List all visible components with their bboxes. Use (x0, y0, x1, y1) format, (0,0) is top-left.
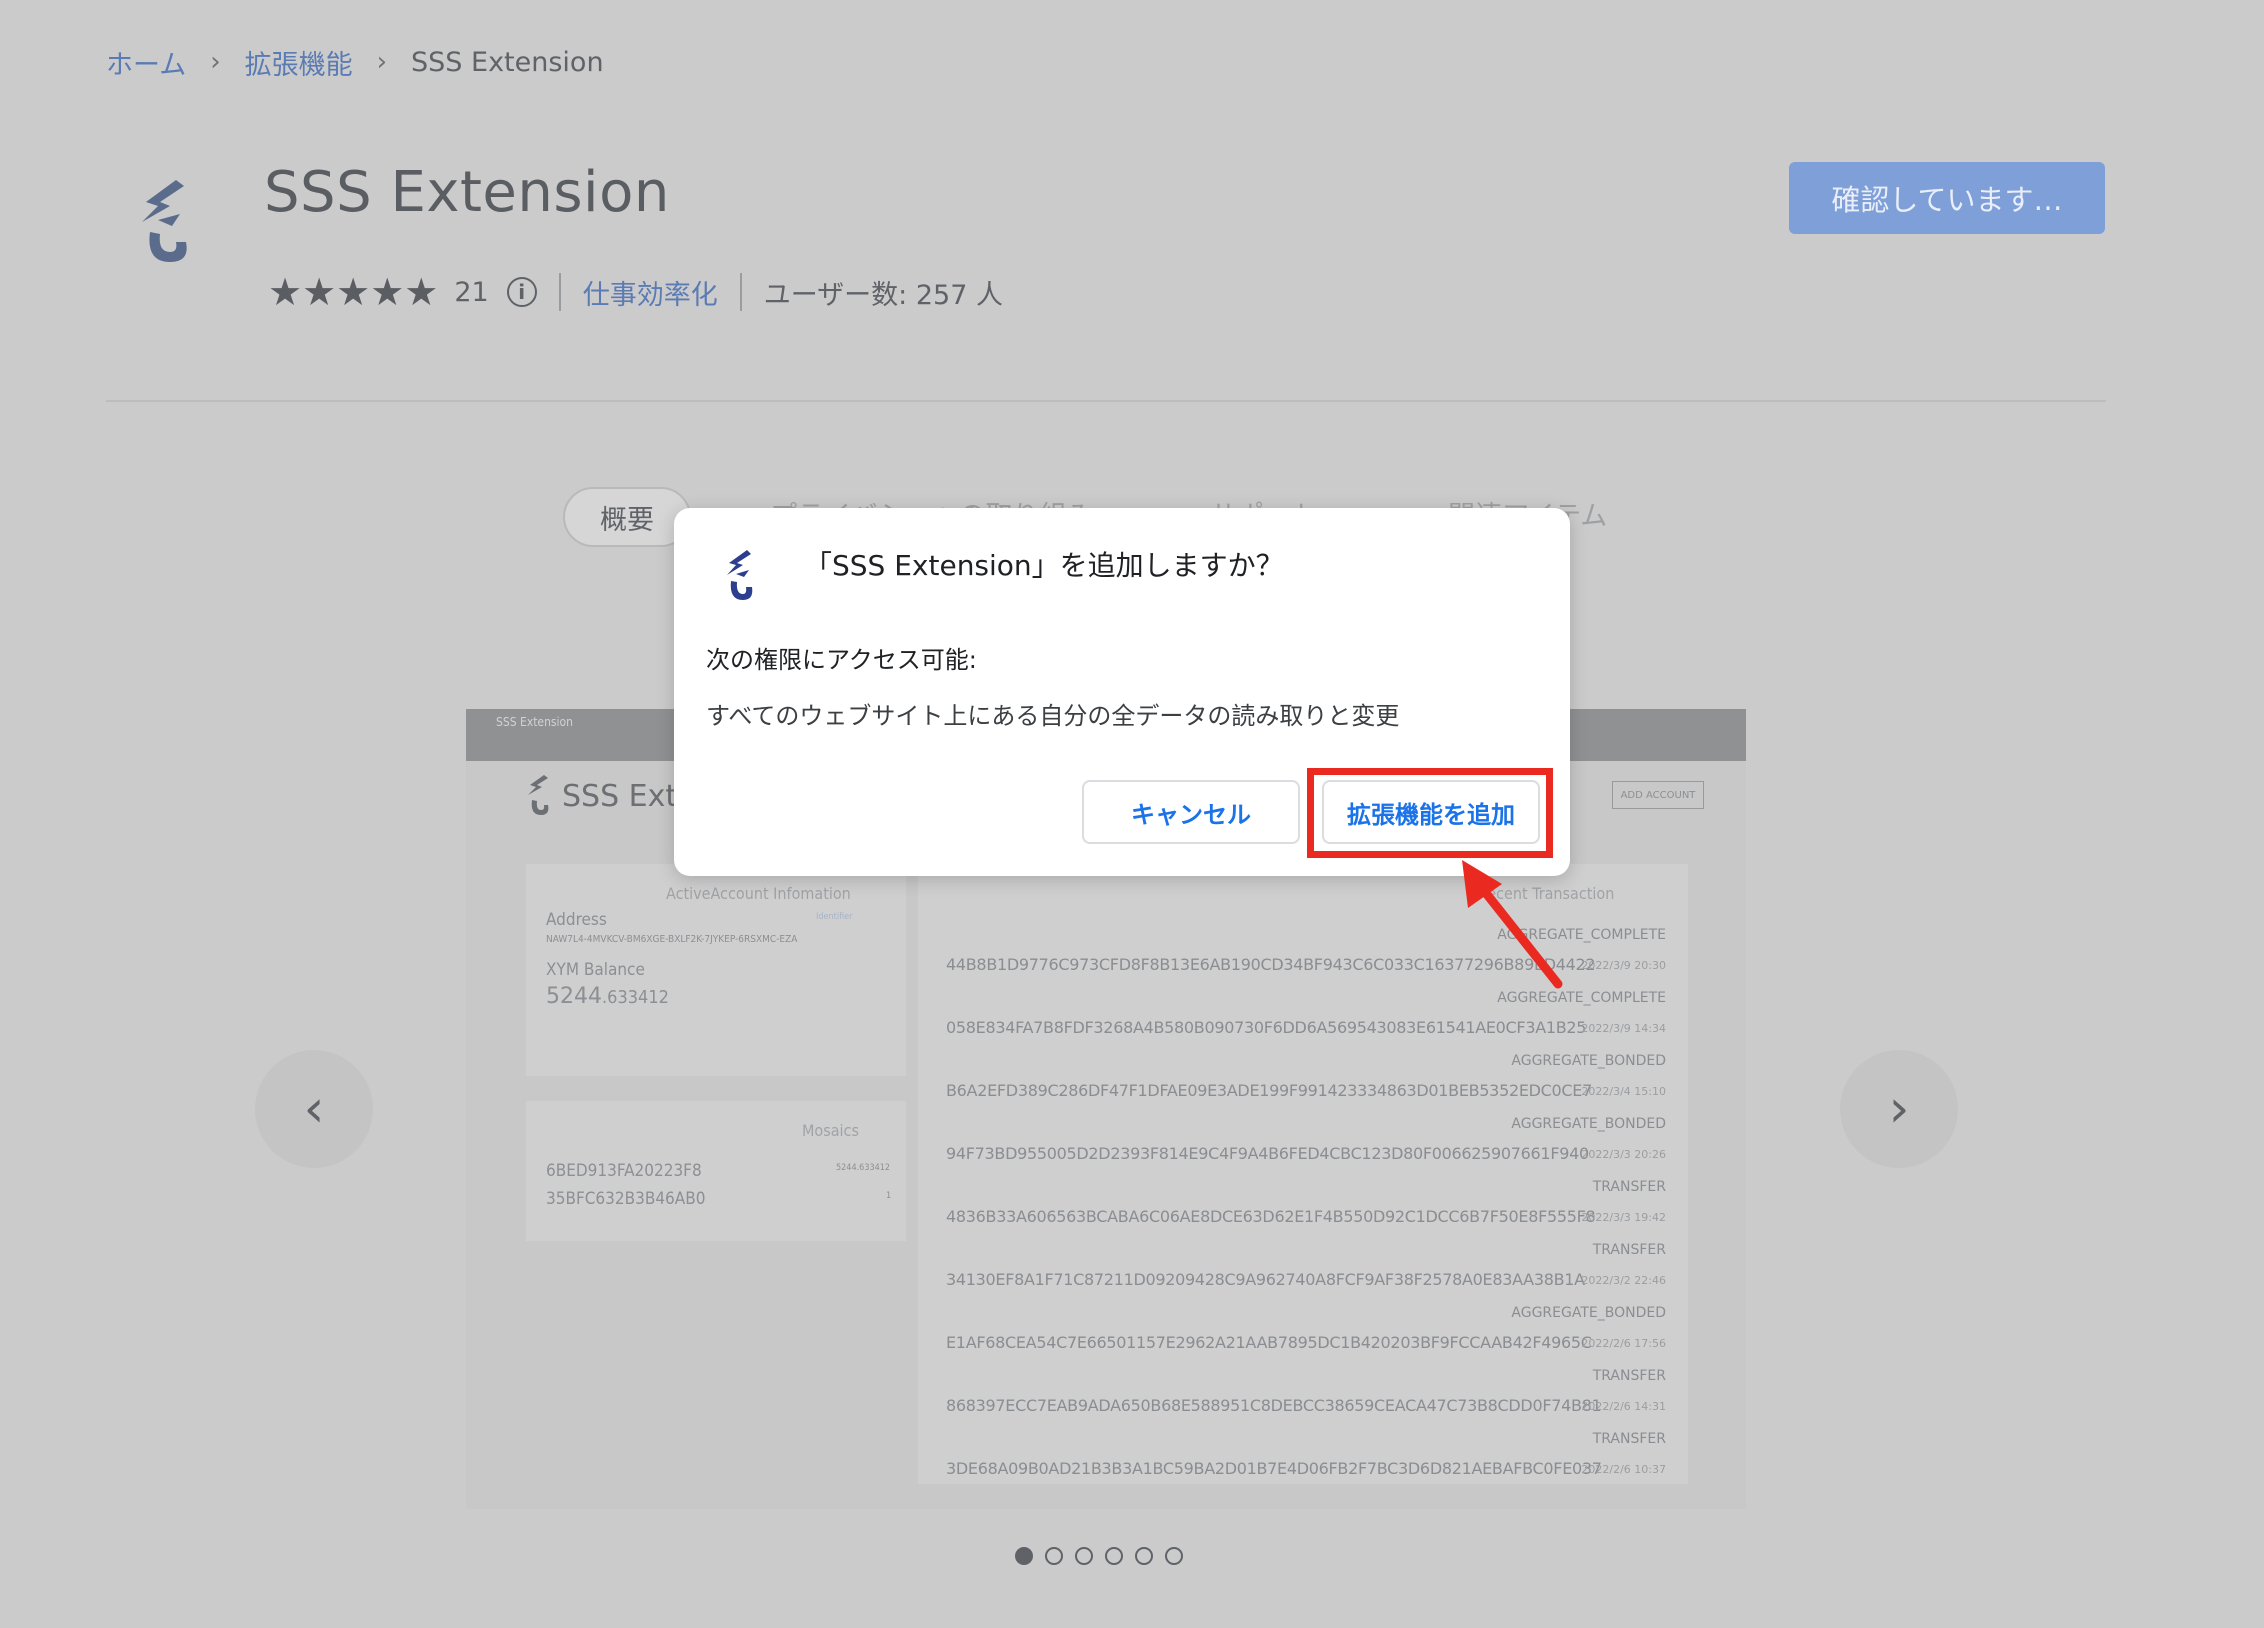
carousel-dot[interactable] (1045, 1547, 1063, 1565)
tx-date: 2022/3/4 15:10 (1581, 1085, 1666, 1098)
chevron-right-icon: › (210, 47, 221, 77)
highlight-box (1307, 768, 1553, 858)
tx-type: AGGREGATE_BONDED (1511, 1053, 1666, 1069)
balance-value: 5244.633412 (546, 984, 669, 1009)
tx-date: 2022/2/6 17:56 (1581, 1337, 1666, 1350)
browser-tab-title: SSS Extension (496, 715, 573, 729)
tx-date: 2022/2/6 14:31 (1581, 1400, 1666, 1413)
tx-hash: 94F73BD955005D2D2393F814E9C4F9A4B6FED4CB… (946, 1144, 1589, 1163)
mosaic-id: 6BED913FA20223F8 (546, 1161, 702, 1181)
sss-logo-icon (142, 180, 187, 262)
sss-logo-icon (727, 550, 753, 600)
carousel-dots (1015, 1547, 1183, 1565)
tx-hash: 058E834FA7B8FDF3268A4B580B090730F6DD6A56… (946, 1018, 1587, 1037)
mosaic-amount: 5244.633412 (836, 1163, 891, 1173)
category-link[interactable]: 仕事効率化 (583, 273, 718, 312)
carousel-dot[interactable] (1165, 1547, 1183, 1565)
carousel-prev-button[interactable]: ‹ (255, 1050, 373, 1168)
tx-type: AGGREGATE_BONDED (1511, 1305, 1666, 1321)
tx-date: 2022/3/9 20:30 (1581, 959, 1666, 972)
address-value: NAW7L4-4MVKCV-BM6XGE-BXLF2K-7JYKEP-6RSXM… (546, 934, 798, 945)
balance-label: XYM Balance (546, 960, 645, 980)
permission-item: すべてのウェブサイト上にある自分の全データの読み取りと変更 (706, 702, 1400, 730)
chevron-right-icon: › (376, 47, 388, 77)
checking-button[interactable]: 確認しています… (1789, 162, 2105, 234)
divider (558, 273, 561, 311)
divider (739, 273, 742, 311)
chevron-left-icon: ‹ (303, 1079, 325, 1139)
sss-logo-icon (528, 775, 549, 815)
tx-type: TRANSFER (1592, 1242, 1666, 1258)
rating-count[interactable]: 21 (454, 277, 488, 308)
mosaic-amount: 1 (886, 1191, 892, 1201)
carousel-dot[interactable] (1015, 1547, 1033, 1565)
tab-overview[interactable]: 概要 (563, 487, 691, 547)
breadcrumb-current: SSS Extension (411, 46, 604, 78)
breadcrumb-extensions-link[interactable]: 拡張機能 (245, 43, 353, 82)
mosaic-id: 35BFC632B3B46AB0 (546, 1189, 706, 1209)
tx-type: AGGREGATE_BONDED (1511, 1116, 1666, 1132)
screenshot-add-account: ADD ACCOUNT (1612, 781, 1704, 809)
tx-hash: B6A2EFD389C286DF47F1DFAE09E3ADE199F99142… (946, 1081, 1592, 1100)
tx-type: TRANSFER (1592, 1179, 1666, 1195)
tx-date: 2022/2/6 10:37 (1581, 1463, 1666, 1476)
tx-hash: E1AF68CEA54C7E66501157E2962A21AAB7895DC1… (946, 1333, 1592, 1352)
tx-date: 2022/3/9 14:34 (1581, 1022, 1666, 1035)
balance-int: 5244 (546, 984, 602, 1009)
active-account-title: ActiveAccount Infomation (666, 884, 851, 903)
address-badge: Identifier (816, 912, 853, 922)
carousel-next-button[interactable]: › (1840, 1050, 1958, 1168)
carousel-dot[interactable] (1075, 1547, 1093, 1565)
tx-hash: 4836B33A606563BCABA6C06AE8DCE63D62E1F4B5… (946, 1207, 1596, 1226)
permissions-heading: 次の権限にアクセス可能: (706, 646, 977, 674)
active-account-card: ActiveAccount Infomation Address Identif… (526, 864, 906, 1076)
tx-hash: 868397ECC7EAB9ADA650B68E588951C8DEBCC386… (946, 1396, 1602, 1415)
rating-stars: ★★★★★ (268, 270, 439, 314)
dialog-title: 「SSS Extension」を追加しますか？ (804, 549, 1284, 582)
tx-type: TRANSFER (1592, 1431, 1666, 1447)
balance-dec: .633412 (602, 987, 669, 1008)
tx-hash: 3DE68A09B0AD21B3B3A1BC59BA2D01B7E4D06FB2… (946, 1459, 1602, 1478)
extension-meta: ★★★★★ 21 i 仕事効率化 ユーザー数: 257 人 (268, 270, 1003, 314)
breadcrumb: ホーム › 拡張機能 › SSS Extension (106, 40, 604, 84)
tx-date: 2022/3/3 20:26 (1581, 1148, 1666, 1161)
mosaics-title: Mosaics (802, 1121, 859, 1140)
cancel-button[interactable]: キャンセル (1082, 780, 1300, 844)
tx-hash: 34130EF8A1F71C87211D09209428C9A962740A8F… (946, 1270, 1585, 1289)
chevron-right-icon: › (1888, 1079, 1910, 1139)
breadcrumb-home-link[interactable]: ホーム (106, 43, 186, 82)
extension-title: SSS Extension (264, 160, 670, 225)
red-arrow-icon (1462, 860, 1563, 989)
tx-type: TRANSFER (1592, 1368, 1666, 1384)
carousel-dot[interactable] (1135, 1547, 1153, 1565)
user-count: ユーザー数: 257 人 (763, 279, 1003, 311)
address-label: Address (546, 910, 607, 930)
carousel-dot[interactable] (1105, 1547, 1123, 1565)
tx-date: 2022/3/3 19:42 (1581, 1211, 1666, 1224)
mosaics-card: Mosaics 6BED913FA20223F8 5244.633412 35B… (526, 1101, 906, 1241)
tx-date: 2022/3/2 22:46 (1581, 1274, 1666, 1287)
info-icon[interactable]: i (506, 277, 537, 307)
header-divider (106, 400, 2106, 402)
